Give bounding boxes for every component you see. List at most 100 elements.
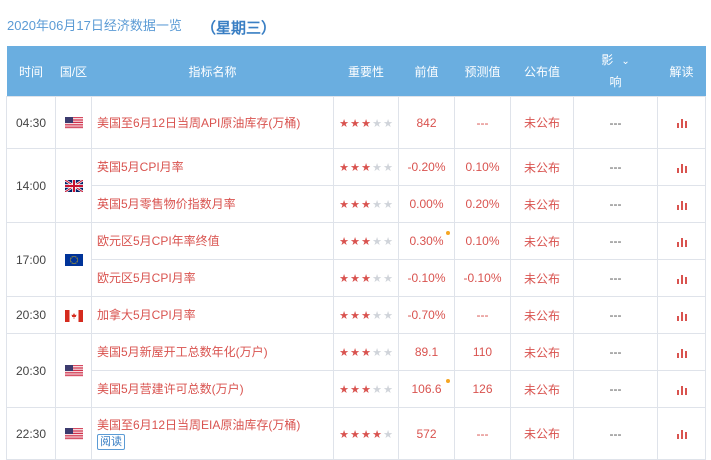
previous-value: 572	[398, 407, 455, 460]
star-icon: ★	[383, 273, 393, 285]
indicator-name-cell[interactable]: 英国5月CPI月率	[91, 148, 334, 186]
interpret-cell[interactable]	[657, 407, 706, 460]
chevron-down-icon[interactable]: ⌄	[621, 52, 629, 72]
star-icon: ★	[339, 384, 349, 396]
star-icon: ★	[383, 347, 393, 359]
previous-value-text: 0.30%	[409, 234, 444, 248]
previous-value-text: -0.70%	[407, 308, 446, 322]
indicator-name[interactable]: 加拿大5月CPI月率	[97, 308, 196, 322]
star-icon: ★	[350, 199, 360, 211]
bar-chart-icon[interactable]	[676, 163, 687, 173]
actual-value: 未公布	[510, 148, 574, 186]
star-icon: ★	[372, 347, 382, 359]
star-icon: ★	[383, 117, 393, 130]
impact-value: ---	[573, 222, 658, 260]
date-title: 2020年06月17日经济数据一览	[7, 18, 182, 33]
eu-flag-icon	[64, 253, 83, 267]
previous-value: -0.70%	[398, 296, 455, 334]
table-row: 14:00 英国5月CPI月率 ★★★★★ -0.20% 0.10% 未公布 ---	[6, 148, 706, 223]
bar-chart-icon[interactable]	[676, 311, 687, 321]
importance-stars: ★★★★★	[333, 259, 399, 297]
star-icon: ★	[350, 273, 360, 285]
indicator-name-cell[interactable]: 美国至6月12日当周API原油库存(万桶)	[91, 96, 334, 149]
previous-value-text: 106.6	[411, 382, 442, 396]
country-cell	[55, 148, 92, 223]
indicator-name-cell[interactable]: 美国5月营建许可总数(万户)	[91, 370, 334, 408]
bar-chart-icon[interactable]	[676, 274, 687, 284]
impact-value: ---	[573, 96, 658, 149]
bar-chart-icon[interactable]	[676, 385, 687, 395]
importance-stars: ★★★★★	[333, 370, 399, 408]
star-icon: ★	[361, 384, 371, 396]
bar-chart-icon[interactable]	[676, 348, 687, 358]
indicator-name-cell[interactable]: 美国至6月12日当周EIA原油库存(万桶) 阅读	[91, 407, 334, 460]
indicator-name[interactable]: 美国至6月12日当周API原油库存(万桶)	[97, 116, 300, 130]
star-icon: ★	[350, 384, 360, 396]
bar-chart-icon[interactable]	[676, 200, 687, 210]
indicator-name-cell[interactable]: 英国5月零售物价指数月率	[91, 185, 334, 223]
interpret-cell[interactable]	[657, 185, 706, 223]
event-time: 04:30	[6, 96, 56, 149]
interpret-cell[interactable]	[657, 259, 706, 297]
star-icon: ★	[383, 199, 393, 211]
star-icon: ★	[372, 199, 382, 211]
forecast-value: 0.10%	[454, 222, 511, 260]
indicator-name-cell[interactable]: 美国5月新屋开工总数年化(万户)	[91, 333, 334, 371]
interpret-cell[interactable]	[657, 222, 706, 260]
weekday-label: （星期三）	[201, 20, 277, 37]
impact-value: ---	[573, 407, 658, 460]
col-forecast: 预测值	[454, 46, 511, 97]
bar-chart-icon[interactable]	[676, 118, 687, 129]
indicator-name-cell[interactable]: 欧元区5月CPI年率终值	[91, 222, 334, 260]
star-icon: ★	[361, 310, 371, 322]
indicator-name[interactable]: 欧元区5月CPI年率终值	[97, 234, 220, 248]
indicator-name[interactable]: 美国5月营建许可总数(万户)	[97, 382, 244, 396]
indicator-name[interactable]: 美国5月新屋开工总数年化(万户)	[97, 345, 268, 359]
col-actual: 公布值	[510, 46, 574, 97]
forecast-value: -0.10%	[454, 259, 511, 297]
importance-stars: ★★★★★	[333, 185, 399, 223]
star-icon: ★	[361, 273, 371, 285]
star-icon: ★	[339, 428, 349, 441]
bar-chart-icon[interactable]	[676, 429, 687, 440]
interpret-cell[interactable]	[657, 148, 706, 186]
bar-chart-icon[interactable]	[676, 237, 687, 247]
indicator-name-cell[interactable]: 加拿大5月CPI月率	[91, 296, 334, 334]
star-icon: ★	[372, 117, 382, 130]
interpret-cell[interactable]	[657, 333, 706, 371]
star-icon: ★	[361, 347, 371, 359]
us-flag-icon	[64, 427, 83, 441]
previous-value: -0.10%	[398, 259, 455, 297]
interpret-cell[interactable]	[657, 296, 706, 334]
forecast-value: 110	[454, 333, 511, 371]
economic-calendar-table: 时间 国/区 指标名称 重要性 前值 预测值 公布值 影 ⌄ 响 解读 04:30…	[6, 46, 706, 460]
interpret-cell[interactable]	[657, 370, 706, 408]
forecast-value: 0.10%	[454, 148, 511, 186]
indicator-name[interactable]: 英国5月零售物价指数月率	[97, 197, 236, 211]
page-header: 2020年06月17日经济数据一览 （星期三）	[0, 0, 711, 46]
impact-value: ---	[573, 296, 658, 334]
us-flag-icon	[64, 116, 83, 130]
interpret-cell[interactable]	[657, 96, 706, 149]
importance-stars: ★★★★★	[333, 407, 399, 460]
canada-flag-icon	[64, 308, 83, 322]
revised-dot-icon	[446, 231, 450, 235]
previous-value: -0.20%	[398, 148, 455, 186]
event-time: 20:30	[6, 333, 56, 408]
star-icon: ★	[339, 310, 349, 322]
forecast-value: ---	[454, 407, 511, 460]
table-header-row: 时间 国/区 指标名称 重要性 前值 预测值 公布值 影 ⌄ 响 解读	[6, 46, 706, 97]
star-icon: ★	[350, 428, 360, 441]
col-country: 国/区	[55, 46, 92, 97]
indicator-name[interactable]: 美国至6月12日当周EIA原油库存(万桶)	[97, 418, 300, 432]
star-icon: ★	[383, 310, 393, 322]
previous-value-text: -0.20%	[407, 160, 446, 174]
star-icon: ★	[339, 273, 349, 285]
indicator-name[interactable]: 欧元区5月CPI月率	[97, 271, 196, 285]
table-row: 04:30 美国至6月12日当周API原油库存(万桶) ★★★★★ 842 --- 未公布…	[6, 96, 706, 149]
col-indicator: 指标名称	[91, 46, 334, 97]
indicator-name[interactable]: 英国5月CPI月率	[97, 160, 184, 174]
col-impact[interactable]: 影 ⌄ 响	[573, 46, 658, 97]
indicator-name-cell[interactable]: 欧元区5月CPI月率	[91, 259, 334, 297]
star-icon: ★	[372, 236, 382, 248]
